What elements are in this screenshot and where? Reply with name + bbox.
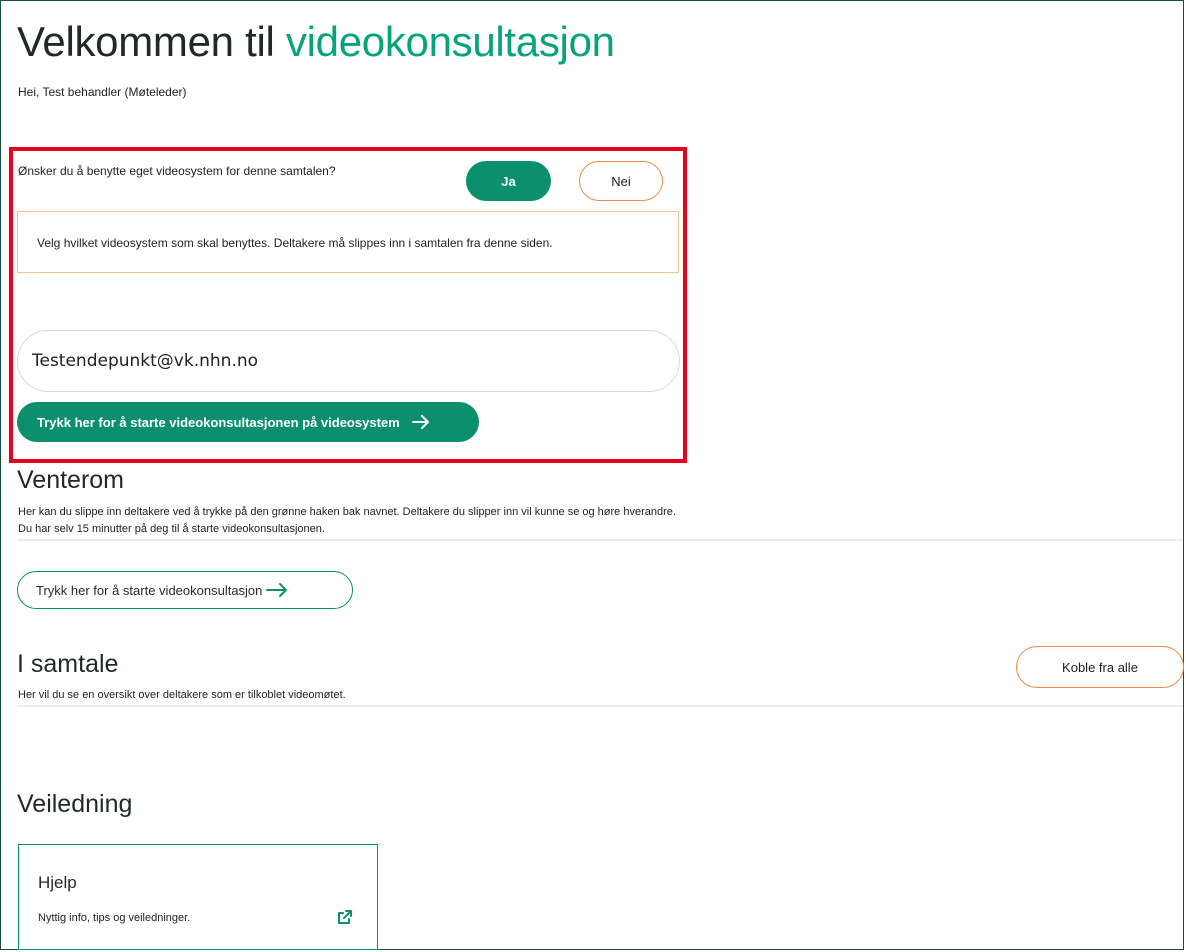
start-consultation-button[interactable]: Trykk her for å starte videokonsultasjon [17,571,353,609]
disconnect-all-button[interactable]: Koble fra alle [1016,646,1184,688]
user-greeting: Hei, Test behandler (Møteleder) [18,85,187,99]
venterom-description: Her kan du slippe inn deltakere ved å tr… [18,504,676,538]
external-link-icon [337,909,353,930]
venterom-desc-line1: Her kan du slippe inn deltakere ved å tr… [18,506,676,518]
endpoint-input[interactable] [17,330,680,392]
venterom-title: Venterom [17,466,125,494]
i-samtale-divider [17,705,1183,707]
arrow-right-icon [266,583,288,597]
help-card-title: Hjelp [38,873,77,892]
page-title: Velkommen til videokonsultasjon [17,18,615,66]
yes-button[interactable]: Ja [466,161,551,201]
start-consultation-label: Trykk her for å starte videokonsultasjon [36,582,263,598]
no-button[interactable]: Nei [579,161,663,201]
info-text: Velg hvilket videosystem som skal benytt… [37,236,553,250]
arrow-right-icon [411,415,430,429]
help-card-description: Nyttig info, tips og veiledninger. [38,912,191,924]
page-frame [0,0,1184,950]
i-samtale-title: I samtale [17,650,119,678]
veiledning-title: Veiledning [17,790,133,818]
venterom-divider [17,539,1183,541]
start-videosystem-button[interactable]: Trykk her for å starte videokonsultasjon… [17,402,479,442]
page-title-main: Velkommen til [17,18,275,65]
own-videosystem-question: Ønsker du å benytte eget videosystem for… [18,164,336,178]
start-videosystem-label: Trykk her for å starte videokonsultasjon… [37,414,400,430]
help-card[interactable]: Hjelp Nyttig info, tips og veiledninger. [18,844,378,950]
venterom-desc-line2: Du har selv 15 minutter på deg til å sta… [18,523,325,535]
i-samtale-description: Her vil du se en oversikt over deltakere… [18,689,346,701]
page-title-accent: videokonsultasjon [285,18,615,65]
